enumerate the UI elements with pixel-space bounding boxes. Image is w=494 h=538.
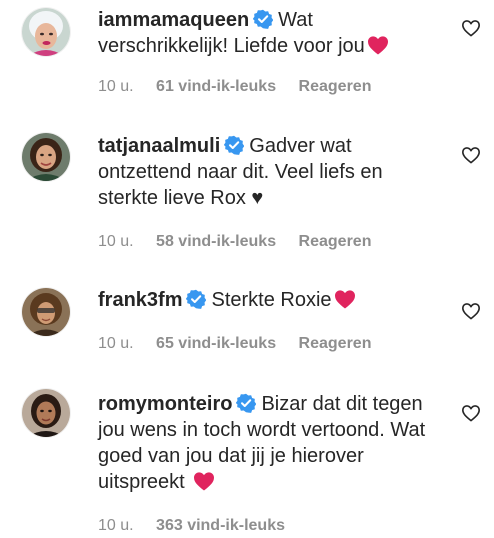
reply-button[interactable]: Reageren [299, 335, 372, 352]
red-heart-emoji-icon [367, 35, 389, 55]
comment-text: tatjanaalmuli Gadver wat ontzettend naar … [98, 133, 438, 211]
comment-text: iammamaqueen Wat verschrikkelijk! Liefde … [98, 7, 438, 59]
avatar[interactable] [22, 8, 70, 56]
verified-badge-icon [224, 135, 244, 155]
like-heart-icon[interactable] [461, 146, 481, 164]
comment-meta: 10 u. 61 vind-ik-leuks Reageren [98, 77, 389, 97]
comment-likes[interactable]: 61 vind-ik-leuks [156, 78, 276, 95]
like-heart-icon[interactable] [461, 302, 481, 320]
red-heart-emoji-icon [193, 471, 215, 491]
verified-badge-icon [253, 9, 273, 29]
like-heart-icon[interactable] [461, 19, 481, 37]
comment-likes[interactable]: 58 vind-ik-leuks [156, 233, 276, 250]
red-heart-emoji-icon [334, 289, 356, 309]
comment-time[interactable]: 10 u. [98, 517, 134, 534]
comment-time[interactable]: 10 u. [98, 78, 134, 95]
verified-badge-icon [186, 289, 206, 309]
comment-meta: 10 u. 58 vind-ik-leuks Reageren [98, 232, 389, 252]
comment-username[interactable]: tatjanaalmuli [98, 135, 220, 157]
verified-badge-icon [236, 393, 256, 413]
comment-text: frank3fm Sterkte Roxie [98, 287, 438, 313]
comment-username[interactable]: romymonteiro [98, 393, 232, 415]
comment-username[interactable]: frank3fm [98, 289, 182, 311]
reply-button[interactable]: Reageren [299, 233, 372, 250]
comment-time[interactable]: 10 u. [98, 335, 134, 352]
avatar[interactable] [22, 288, 70, 336]
comment-likes[interactable]: 65 vind-ik-leuks [156, 335, 276, 352]
avatar[interactable] [22, 389, 70, 437]
comment-body: Sterkte Roxie [211, 289, 332, 311]
like-heart-icon[interactable] [461, 404, 481, 422]
avatar[interactable] [22, 133, 70, 181]
comment-meta: 10 u. 65 vind-ik-leuks Reageren [98, 334, 389, 354]
comment-time[interactable]: 10 u. [98, 233, 134, 250]
comment-text: romymonteiro Bizar dat dit tegen jou wens… [98, 391, 438, 495]
comment-username[interactable]: iammamaqueen [98, 9, 249, 31]
reply-button[interactable]: Reageren [299, 78, 372, 95]
comment-meta: 10 u. 363 vind-ik-leuks [98, 516, 303, 536]
comment-likes[interactable]: 363 vind-ik-leuks [156, 517, 285, 534]
